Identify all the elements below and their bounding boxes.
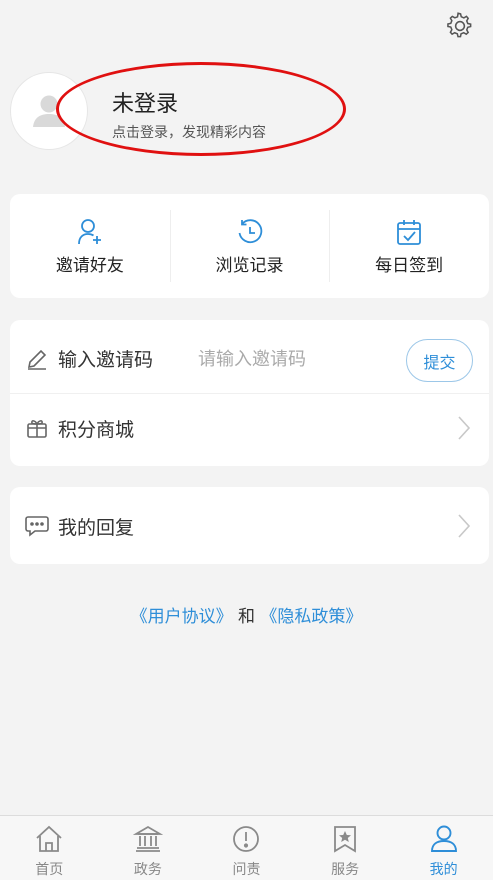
gear-icon (447, 12, 472, 38)
invite-code-row: 输入邀请码 提交 (10, 324, 489, 394)
invite-code-input[interactable] (198, 338, 398, 380)
my-replies-row[interactable]: 我的回复 (10, 491, 489, 561)
default-avatar-icon (33, 95, 65, 127)
agreements-joiner: 和 (232, 607, 261, 627)
chevron-right-icon (458, 416, 471, 440)
tab-services[interactable]: 服务 (296, 816, 395, 880)
login-profile-area[interactable]: 未登录 点击登录，发现精彩内容 (10, 72, 480, 154)
tab-mine-label: 我的 (429, 862, 458, 878)
invite-code-label: 输入邀请码 (58, 349, 154, 371)
service-star-icon (334, 826, 356, 853)
user-icon (430, 825, 457, 852)
privacy-policy-link[interactable]: 《隐私政策》 (260, 607, 362, 627)
my-replies-card[interactable]: 我的回复 (10, 487, 489, 564)
settings-button[interactable] (444, 10, 476, 42)
invite-friends-button[interactable]: 邀请好友 (10, 194, 170, 298)
login-status-title: 未登录 (112, 92, 179, 117)
submit-invite-button[interactable]: 提交 (406, 339, 473, 382)
invite-and-mall-card: 输入邀请码 提交 积分商城 (10, 320, 489, 466)
tab-government[interactable]: 政务 (99, 816, 198, 880)
invite-friends-label: 邀请好友 (55, 255, 124, 276)
tab-mine[interactable]: 我的 (394, 816, 493, 880)
tab-services-label: 服务 (331, 862, 360, 878)
chevron-right-icon (458, 514, 471, 538)
agreements-line: 《用户协议》 和 《隐私政策》 (0, 602, 493, 627)
login-prompt-text: 点击登录，发现精彩内容 (112, 125, 266, 141)
tab-accountability-label: 问责 (232, 862, 261, 878)
alert-circle-icon (233, 826, 260, 852)
bottom-tab-bar: 首页 政务 问责 服务 我的 (0, 815, 493, 880)
avatar[interactable] (10, 72, 88, 150)
history-icon (238, 218, 262, 243)
quick-actions-card: 邀请好友 浏览记录 每日签到 (10, 194, 489, 298)
calendar-check-icon (397, 219, 422, 245)
gift-icon (27, 420, 47, 438)
my-replies-label: 我的回复 (58, 516, 135, 539)
tab-government-label: 政务 (133, 862, 162, 878)
points-mall-row[interactable]: 积分商城 (10, 393, 489, 463)
daily-checkin-button[interactable]: 每日签到 (329, 194, 489, 298)
tab-home-label: 首页 (35, 862, 64, 878)
daily-checkin-label: 每日签到 (375, 255, 444, 276)
government-building-icon (132, 825, 163, 852)
tab-accountability[interactable]: 问责 (197, 816, 296, 880)
home-icon (36, 825, 62, 852)
pen-icon (27, 349, 47, 370)
tab-home[interactable]: 首页 (0, 816, 99, 880)
comment-icon (25, 516, 49, 537)
browse-history-label: 浏览记录 (215, 255, 284, 276)
add-friend-icon (77, 218, 101, 244)
browse-history-button[interactable]: 浏览记录 (169, 194, 330, 298)
user-agreement-link[interactable]: 《用户协议》 (131, 607, 233, 627)
points-mall-label: 积分商城 (58, 418, 135, 441)
